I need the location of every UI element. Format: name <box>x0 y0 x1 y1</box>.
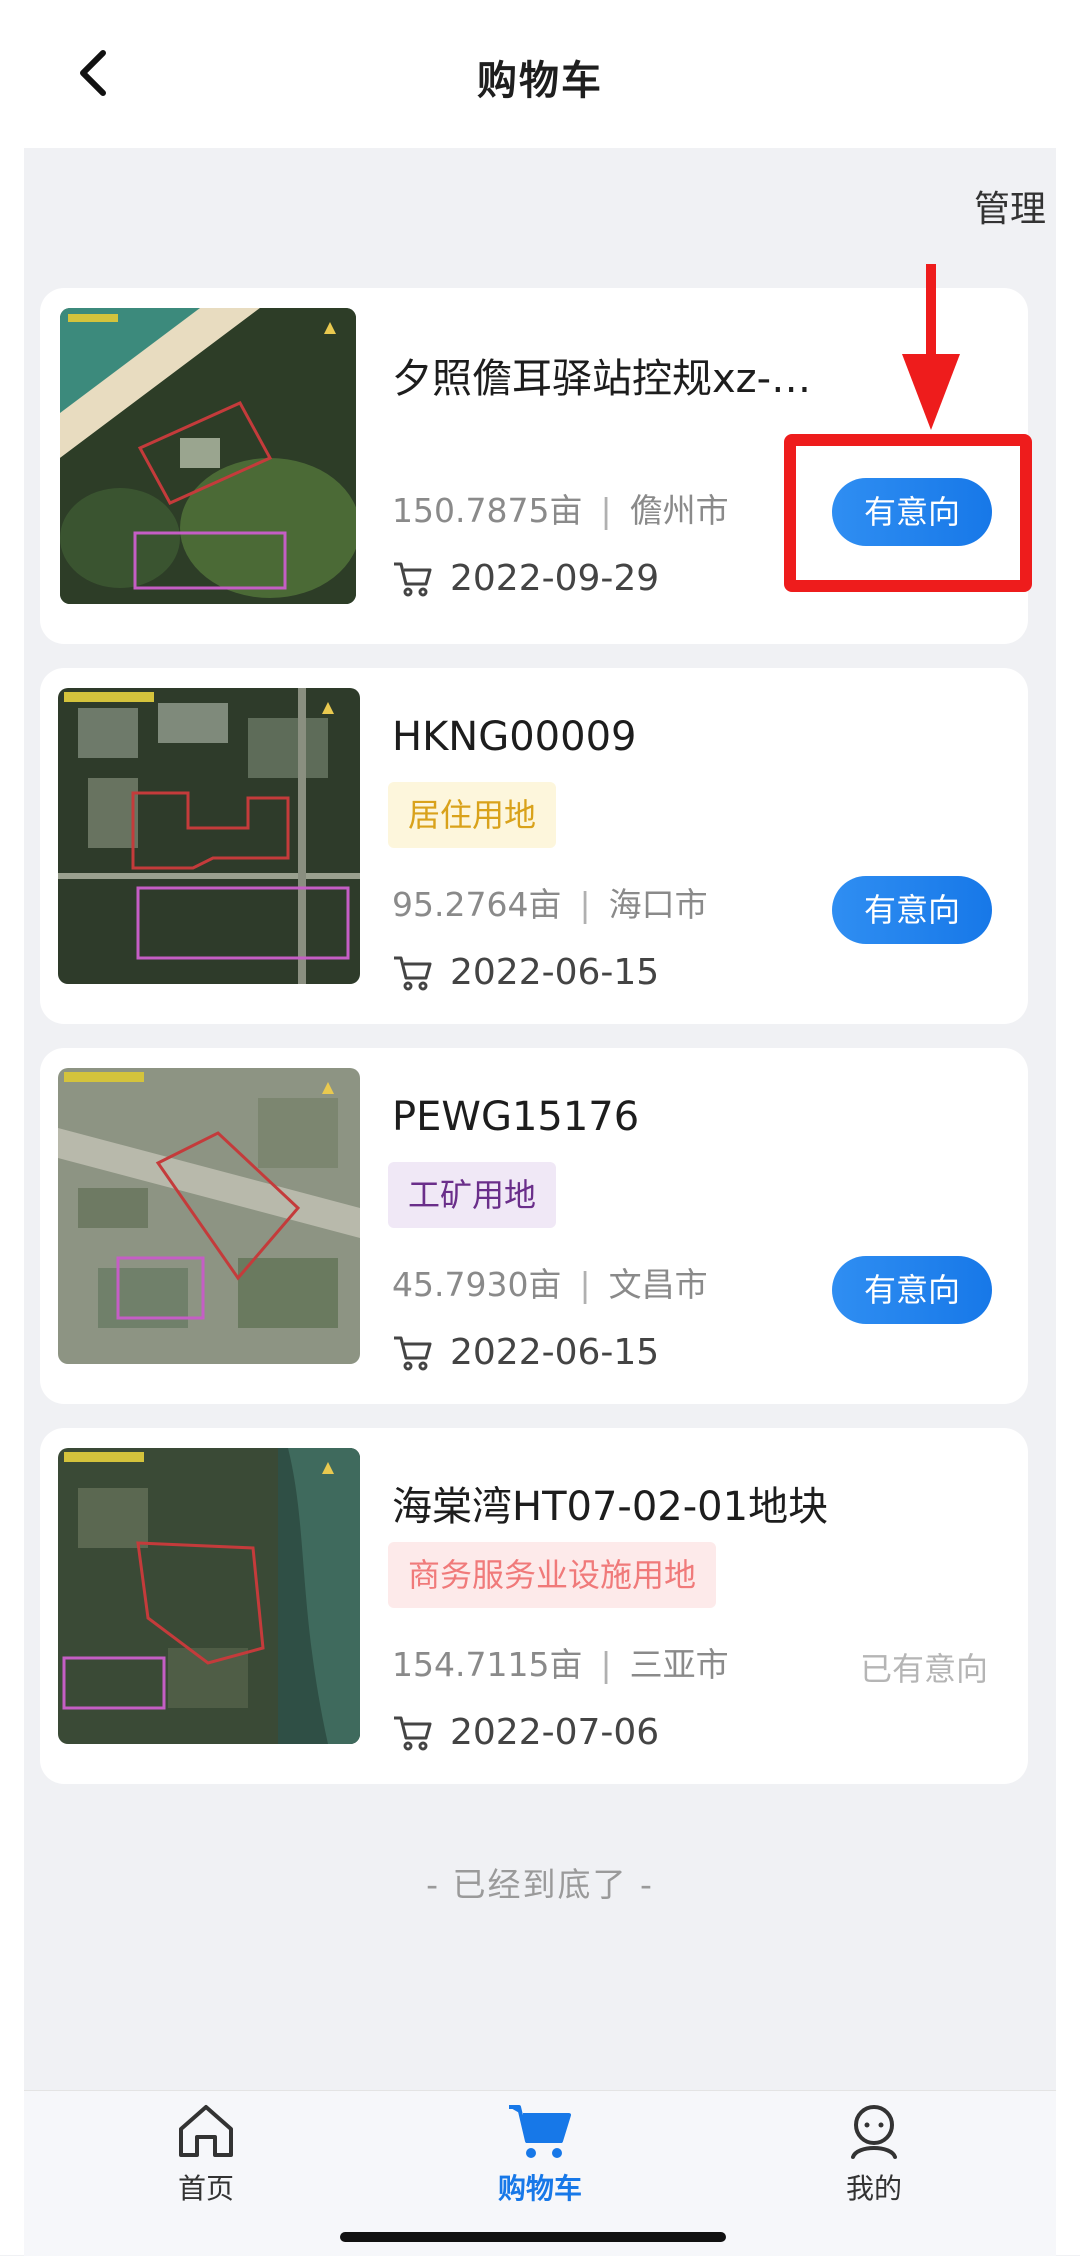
item-city: 三亚市 <box>629 1645 729 1684</box>
item-date: 2022-09-29 <box>450 558 660 599</box>
item-area-location: 95.2764亩 | 海口市 <box>392 885 708 924</box>
item-date-row: 2022-06-15 <box>392 952 659 993</box>
item-city: 儋州市 <box>629 491 729 530</box>
list-end-indicator: - 已经到底了 - <box>426 1865 654 1904</box>
cart-item-card[interactable]: PEWG15176 工矿用地 45.7930亩 | 文昌市 2022-06-15 有… <box>40 1048 1028 1404</box>
item-city: 文昌市 <box>608 1265 708 1304</box>
intent-button[interactable]: 有意向 <box>832 1256 992 1324</box>
land-parcel-thumbnail <box>58 1068 360 1364</box>
item-area-location: 150.7875亩 | 儋州市 <box>392 491 729 530</box>
tab-profile[interactable]: 我的 <box>774 2101 974 2207</box>
land-parcel-thumbnail <box>60 308 356 604</box>
land-parcel-thumbnail <box>58 1448 360 1744</box>
item-city: 海口市 <box>608 885 708 924</box>
item-title: PEWG15176 <box>392 1094 640 1140</box>
tab-home-label: 首页 <box>177 2172 234 2205</box>
intent-button[interactable]: 有意向 <box>832 876 992 944</box>
tab-profile-label: 我的 <box>845 2172 902 2205</box>
item-date-row: 2022-09-29 <box>392 558 659 599</box>
item-area: 95.2764亩 <box>392 885 562 924</box>
item-date-row: 2022-06-15 <box>392 1332 659 1373</box>
cart-add-date-icon <box>394 1716 432 1750</box>
page-title: 购物车 <box>477 58 603 104</box>
annotation-highlight-box <box>784 434 1032 592</box>
intent-status: 已有意向 <box>859 1650 988 1688</box>
item-title: HKNG00009 <box>392 714 637 760</box>
tab-home[interactable]: 首页 <box>106 2101 306 2207</box>
navigation-header: 购物车 <box>24 0 1056 148</box>
item-area: 150.7875亩 <box>392 491 583 530</box>
cart-item-card[interactable]: 海棠湾HT07-02-01地块 商务服务业设施用地 154.7115亩 | 三亚市 … <box>40 1428 1028 1784</box>
cart-icon <box>509 2105 571 2158</box>
annotation-arrow-icon <box>902 264 960 430</box>
item-title: 海棠湾HT07-02-01地块 <box>392 1484 829 1530</box>
cart-add-date-icon <box>394 1336 432 1370</box>
land-use-tag: 居住用地 <box>388 782 557 848</box>
home-indicator <box>340 2232 726 2242</box>
item-area-location: 154.7115亩 | 三亚市 <box>392 1645 729 1684</box>
land-parcel-thumbnail <box>58 688 360 984</box>
item-area: 45.7930亩 <box>392 1265 562 1304</box>
cart-add-date-icon <box>394 562 432 596</box>
tab-cart-label: 购物车 <box>497 2172 582 2205</box>
screen-frame-right <box>1056 0 1080 2255</box>
land-use-tag: 工矿用地 <box>388 1162 557 1228</box>
profile-icon <box>851 2105 897 2159</box>
item-area-location: 45.7930亩 | 文昌市 <box>392 1265 708 1304</box>
land-use-tag: 商务服务业设施用地 <box>388 1542 717 1608</box>
home-icon <box>179 2105 233 2157</box>
tab-cart[interactable]: 购物车 <box>440 2101 640 2207</box>
screen-frame-left <box>0 0 24 2255</box>
item-date: 2022-06-15 <box>450 1332 660 1373</box>
item-date: 2022-06-15 <box>450 952 660 993</box>
item-date: 2022-07-06 <box>450 1712 660 1753</box>
item-date-row: 2022-07-06 <box>392 1712 659 1753</box>
cart-add-date-icon <box>394 956 432 990</box>
manage-button[interactable]: 管理 <box>974 180 1046 232</box>
item-area: 154.7115亩 <box>392 1645 583 1684</box>
cart-item-card[interactable]: HKNG00009 居住用地 95.2764亩 | 海口市 2022-06-15 有… <box>40 668 1028 1024</box>
